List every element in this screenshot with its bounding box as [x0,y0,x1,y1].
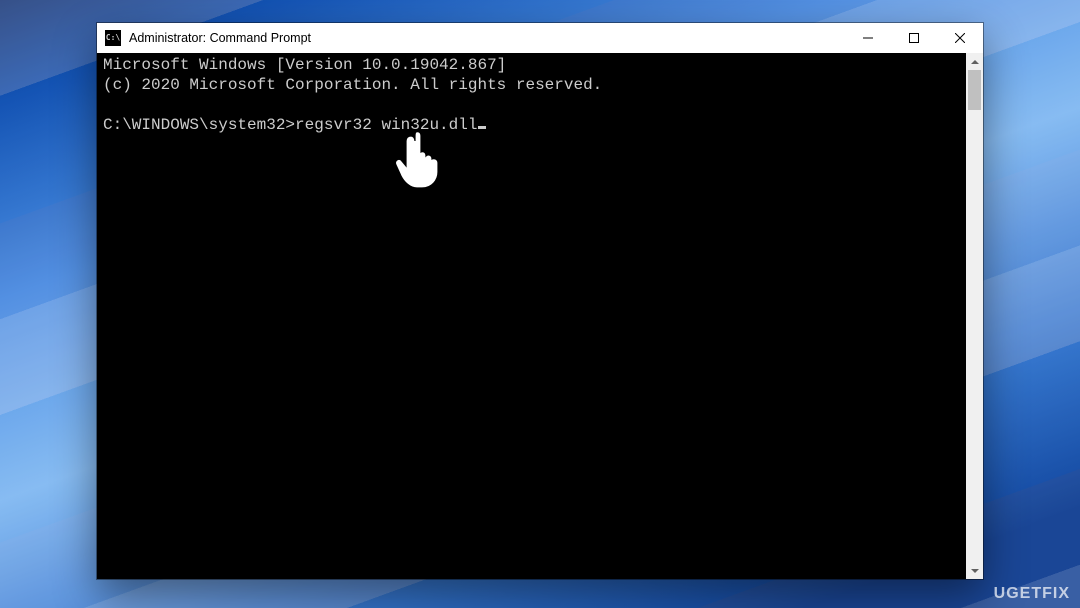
close-button[interactable] [937,23,983,53]
watermark-text: UGETFIX [994,586,1070,602]
command-prompt-window: C:\ Administrator: Command Prompt Micros… [97,23,983,579]
title-bar[interactable]: C:\ Administrator: Command Prompt [97,23,983,53]
chevron-down-icon [971,569,979,573]
app-icon: C:\ [105,30,121,46]
vertical-scrollbar[interactable] [966,53,983,579]
window-title: Administrator: Command Prompt [129,31,311,45]
version-line: Microsoft Windows [Version 10.0.19042.86… [103,56,506,74]
prompt-text: C:\WINDOWS\system32> [103,116,295,134]
typed-command: regsvr32 win32u.dll [295,116,477,134]
scroll-down-button[interactable] [966,562,983,579]
maximize-button[interactable] [891,23,937,53]
copyright-line: (c) 2020 Microsoft Corporation. All righ… [103,76,602,94]
chevron-up-icon [971,60,979,64]
maximize-icon [909,33,919,43]
terminal-content-area[interactable]: Microsoft Windows [Version 10.0.19042.86… [97,53,983,579]
minimize-icon [863,33,873,43]
close-icon [955,33,965,43]
scrollbar-thumb[interactable] [968,70,981,110]
text-cursor [478,126,486,129]
scroll-up-button[interactable] [966,53,983,70]
terminal-output: Microsoft Windows [Version 10.0.19042.86… [103,55,963,135]
minimize-button[interactable] [845,23,891,53]
